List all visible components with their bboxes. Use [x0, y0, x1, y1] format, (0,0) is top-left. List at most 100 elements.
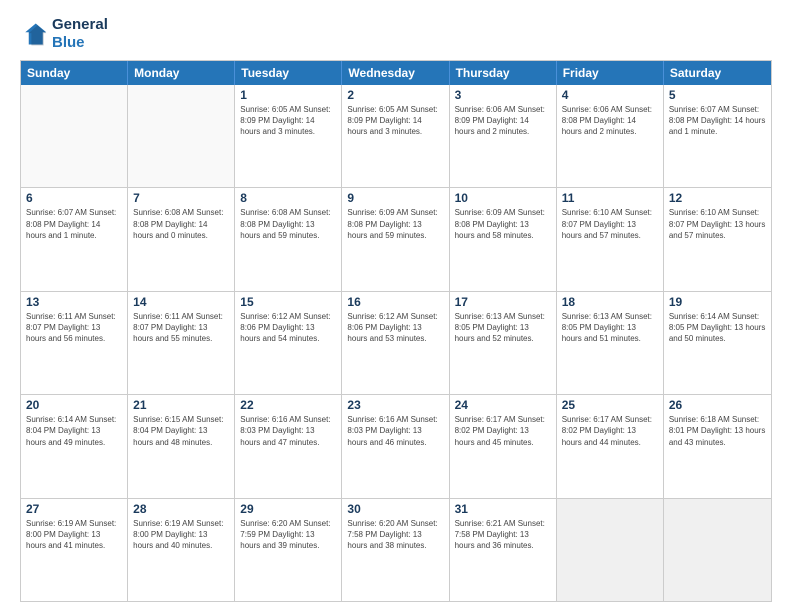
day-cell: 29Sunrise: 6:20 AM Sunset: 7:59 PM Dayli…: [235, 499, 342, 601]
day-number: 10: [455, 191, 551, 205]
day-header-tuesday: Tuesday: [235, 61, 342, 85]
day-info: Sunrise: 6:11 AM Sunset: 8:07 PM Dayligh…: [26, 311, 122, 345]
day-info: Sunrise: 6:21 AM Sunset: 7:58 PM Dayligh…: [455, 518, 551, 552]
day-number: 13: [26, 295, 122, 309]
day-info: Sunrise: 6:05 AM Sunset: 8:09 PM Dayligh…: [240, 104, 336, 138]
day-cell: 3 Sunrise: 6:06 AM Sunset: 8:09 PM Daylig…: [450, 85, 557, 187]
day-cell: 30 Sunrise: 6:20 AM Sunset: 7:58 PM Dayli…: [342, 499, 449, 601]
day-info: Sunrise: 6:19 AM Sunset: 8:00 PM Dayligh…: [133, 518, 229, 552]
day-info: Sunrise: 6:15 AM Sunset: 8:04 PM Dayligh…: [133, 414, 229, 448]
day-cell: 21Sunrise: 6:15 AM Sunset: 8:04 PM Dayli…: [128, 395, 235, 497]
day-cell: [21, 85, 128, 187]
day-header-sunday: Sunday: [21, 61, 128, 85]
day-cell: 26Sunrise: 6:18 AM Sunset: 8:01 PM Dayli…: [664, 395, 771, 497]
day-header-friday: Friday: [557, 61, 664, 85]
week-row: 20Sunrise: 6:14 AM Sunset: 8:04 PM Dayli…: [21, 394, 771, 497]
day-cell: 7 Sunrise: 6:08 AM Sunset: 8:08 PM Daylig…: [128, 188, 235, 290]
day-info: Sunrise: 6:12 AM Sunset: 8:06 PM Dayligh…: [347, 311, 443, 345]
day-header-saturday: Saturday: [664, 61, 771, 85]
day-info: Sunrise: 6:09 AM Sunset: 8:08 PM Dayligh…: [455, 207, 551, 241]
day-cell: 25 Sunrise: 6:17 AM Sunset: 8:02 PM Dayli…: [557, 395, 664, 497]
header: General Blue: [20, 16, 772, 52]
day-cell: 15 Sunrise: 6:12 AM Sunset: 8:06 PM Dayli…: [235, 292, 342, 394]
day-info: Sunrise: 6:14 AM Sunset: 8:05 PM Dayligh…: [669, 311, 766, 345]
calendar-grid: 1 Sunrise: 6:05 AM Sunset: 8:09 PM Daylig…: [21, 85, 771, 601]
day-number: 15: [240, 295, 336, 309]
day-info: Sunrise: 6:13 AM Sunset: 8:05 PM Dayligh…: [562, 311, 658, 345]
day-number: 29: [240, 502, 336, 516]
day-cell: [664, 499, 771, 601]
day-number: 30: [347, 502, 443, 516]
day-number: 28: [133, 502, 229, 516]
day-cell: 9Sunrise: 6:09 AM Sunset: 8:08 PM Daylig…: [342, 188, 449, 290]
day-cell: 4 Sunrise: 6:06 AM Sunset: 8:08 PM Daylig…: [557, 85, 664, 187]
day-cell: 6 Sunrise: 6:07 AM Sunset: 8:08 PM Daylig…: [21, 188, 128, 290]
day-number: 6: [26, 191, 122, 205]
day-cell: 20Sunrise: 6:14 AM Sunset: 8:04 PM Dayli…: [21, 395, 128, 497]
day-number: 22: [240, 398, 336, 412]
day-info: Sunrise: 6:08 AM Sunset: 8:08 PM Dayligh…: [240, 207, 336, 241]
day-cell: 8 Sunrise: 6:08 AM Sunset: 8:08 PM Daylig…: [235, 188, 342, 290]
day-number: 9: [347, 191, 443, 205]
calendar: SundayMondayTuesdayWednesdayThursdayFrid…: [20, 60, 772, 602]
day-number: 19: [669, 295, 766, 309]
day-number: 8: [240, 191, 336, 205]
day-cell: 1 Sunrise: 6:05 AM Sunset: 8:09 PM Daylig…: [235, 85, 342, 187]
day-cell: 18 Sunrise: 6:13 AM Sunset: 8:05 PM Dayli…: [557, 292, 664, 394]
day-info: Sunrise: 6:07 AM Sunset: 8:08 PM Dayligh…: [26, 207, 122, 241]
day-info: Sunrise: 6:12 AM Sunset: 8:06 PM Dayligh…: [240, 311, 336, 345]
day-cell: 31Sunrise: 6:21 AM Sunset: 7:58 PM Dayli…: [450, 499, 557, 601]
day-number: 11: [562, 191, 658, 205]
day-cell: 5 Sunrise: 6:07 AM Sunset: 8:08 PM Daylig…: [664, 85, 771, 187]
day-number: 1: [240, 88, 336, 102]
day-number: 25: [562, 398, 658, 412]
day-number: 2: [347, 88, 443, 102]
day-cell: 10 Sunrise: 6:09 AM Sunset: 8:08 PM Dayli…: [450, 188, 557, 290]
day-cell: 24Sunrise: 6:17 AM Sunset: 8:02 PM Dayli…: [450, 395, 557, 497]
logo: General Blue: [20, 16, 108, 52]
day-number: 16: [347, 295, 443, 309]
day-info: Sunrise: 6:19 AM Sunset: 8:00 PM Dayligh…: [26, 518, 122, 552]
day-number: 4: [562, 88, 658, 102]
day-number: 24: [455, 398, 551, 412]
day-cell: 17Sunrise: 6:13 AM Sunset: 8:05 PM Dayli…: [450, 292, 557, 394]
day-info: Sunrise: 6:13 AM Sunset: 8:05 PM Dayligh…: [455, 311, 551, 345]
day-number: 23: [347, 398, 443, 412]
day-cell: 16 Sunrise: 6:12 AM Sunset: 8:06 PM Dayli…: [342, 292, 449, 394]
day-number: 7: [133, 191, 229, 205]
day-info: Sunrise: 6:10 AM Sunset: 8:07 PM Dayligh…: [669, 207, 766, 241]
day-info: Sunrise: 6:10 AM Sunset: 8:07 PM Dayligh…: [562, 207, 658, 241]
day-cell: 2 Sunrise: 6:05 AM Sunset: 8:09 PM Daylig…: [342, 85, 449, 187]
day-cell: 22 Sunrise: 6:16 AM Sunset: 8:03 PM Dayli…: [235, 395, 342, 497]
day-info: Sunrise: 6:11 AM Sunset: 8:07 PM Dayligh…: [133, 311, 229, 345]
day-cell: 13 Sunrise: 6:11 AM Sunset: 8:07 PM Dayli…: [21, 292, 128, 394]
day-cell: 14Sunrise: 6:11 AM Sunset: 8:07 PM Dayli…: [128, 292, 235, 394]
day-info: Sunrise: 6:18 AM Sunset: 8:01 PM Dayligh…: [669, 414, 766, 448]
day-headers: SundayMondayTuesdayWednesdayThursdayFrid…: [21, 61, 771, 85]
day-info: Sunrise: 6:14 AM Sunset: 8:04 PM Dayligh…: [26, 414, 122, 448]
day-cell: 19 Sunrise: 6:14 AM Sunset: 8:05 PM Dayli…: [664, 292, 771, 394]
day-header-wednesday: Wednesday: [342, 61, 449, 85]
week-row: 6 Sunrise: 6:07 AM Sunset: 8:08 PM Daylig…: [21, 187, 771, 290]
day-header-monday: Monday: [128, 61, 235, 85]
day-number: 12: [669, 191, 766, 205]
day-number: 18: [562, 295, 658, 309]
day-info: Sunrise: 6:06 AM Sunset: 8:08 PM Dayligh…: [562, 104, 658, 138]
day-info: Sunrise: 6:17 AM Sunset: 8:02 PM Dayligh…: [562, 414, 658, 448]
day-info: Sunrise: 6:16 AM Sunset: 8:03 PM Dayligh…: [240, 414, 336, 448]
day-number: 5: [669, 88, 766, 102]
day-info: Sunrise: 6:08 AM Sunset: 8:08 PM Dayligh…: [133, 207, 229, 241]
day-info: Sunrise: 6:20 AM Sunset: 7:58 PM Dayligh…: [347, 518, 443, 552]
day-info: Sunrise: 6:05 AM Sunset: 8:09 PM Dayligh…: [347, 104, 443, 138]
day-info: Sunrise: 6:06 AM Sunset: 8:09 PM Dayligh…: [455, 104, 551, 138]
day-number: 3: [455, 88, 551, 102]
day-number: 27: [26, 502, 122, 516]
logo-text: General Blue: [52, 16, 108, 52]
week-row: 1 Sunrise: 6:05 AM Sunset: 8:09 PM Daylig…: [21, 85, 771, 187]
day-cell: [128, 85, 235, 187]
day-cell: 28 Sunrise: 6:19 AM Sunset: 8:00 PM Dayli…: [128, 499, 235, 601]
day-info: Sunrise: 6:16 AM Sunset: 8:03 PM Dayligh…: [347, 414, 443, 448]
page: General Blue SundayMondayTuesdayWednesda…: [0, 0, 792, 612]
day-cell: 11 Sunrise: 6:10 AM Sunset: 8:07 PM Dayli…: [557, 188, 664, 290]
day-info: Sunrise: 6:07 AM Sunset: 8:08 PM Dayligh…: [669, 104, 766, 138]
